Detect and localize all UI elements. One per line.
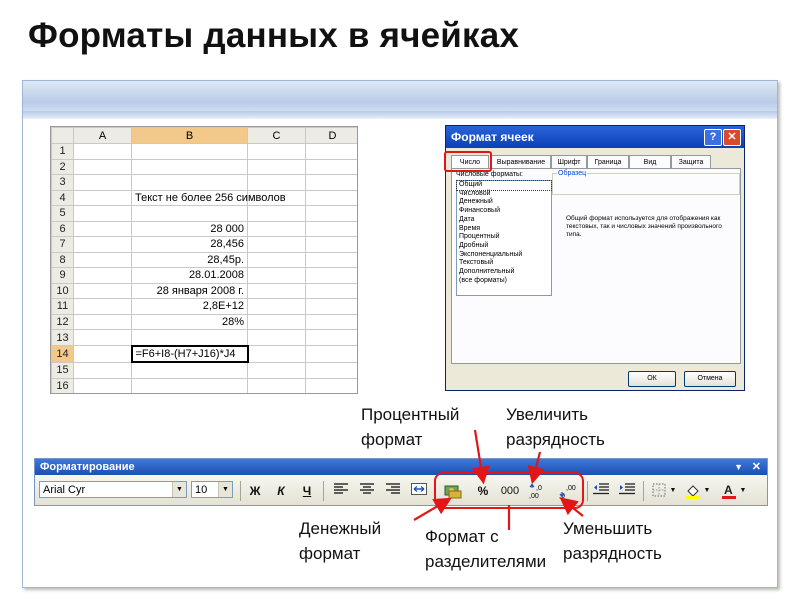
annotation-currency: Денежный формат [299, 516, 381, 566]
annotation-line: формат [361, 430, 423, 449]
arrow-decrease [559, 497, 584, 517]
arrow-increase [527, 451, 545, 485]
annotation-separators: Формат с разделителями [425, 524, 546, 574]
annotation-arrows [413, 429, 584, 530]
annotation-line: Денежный [299, 519, 382, 538]
annotation-line: разрядность [563, 544, 662, 563]
arrow-currency [413, 497, 452, 521]
annotation-increase: Увеличить разрядность [506, 402, 605, 452]
annotation-line: Формат с [425, 527, 499, 546]
annotation-percent: Процентный формат [361, 402, 459, 452]
annotation-line: Уменьшить [563, 519, 653, 538]
annotation-decrease: Уменьшить разрядность [563, 516, 662, 566]
annotation-line: разрядность [506, 430, 605, 449]
annotation-line: разделителями [425, 552, 547, 571]
annotation-line: Увеличить [506, 405, 588, 424]
annotation-line: формат [299, 544, 361, 563]
arrow-percent [472, 429, 490, 485]
annotation-line: Процентный [361, 405, 460, 424]
